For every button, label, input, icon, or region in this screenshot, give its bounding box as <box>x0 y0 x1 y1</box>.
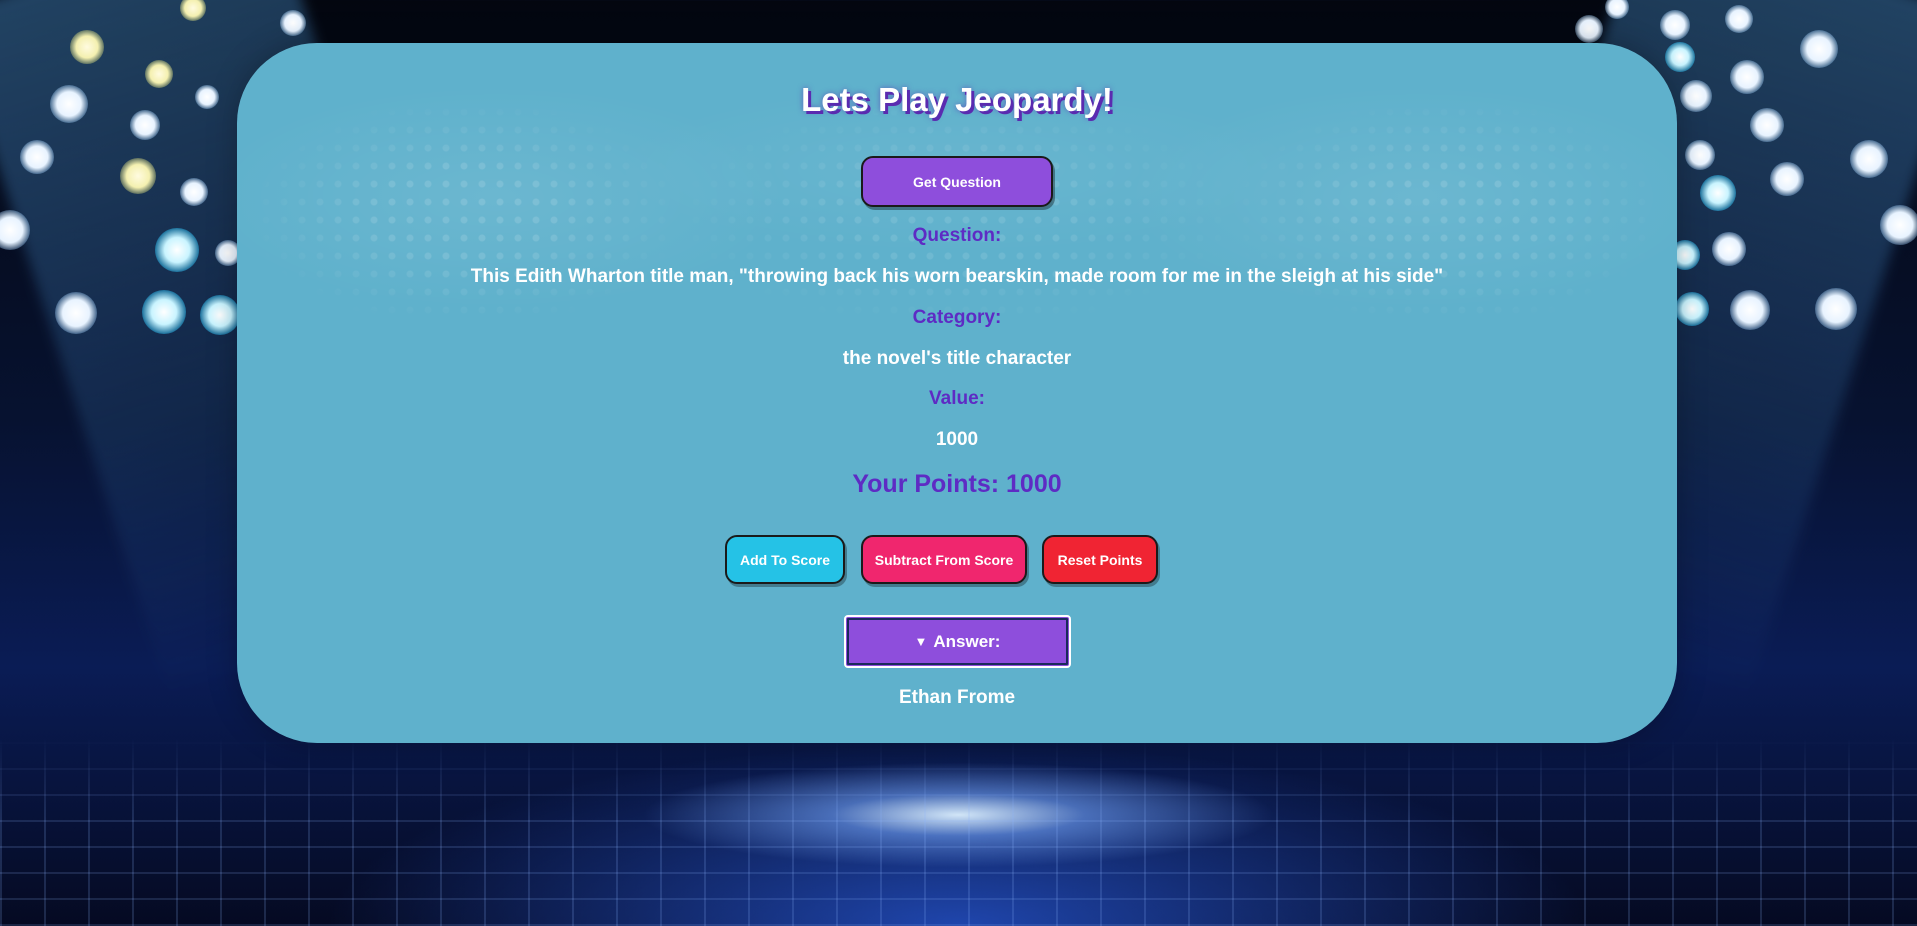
stage-light <box>1680 80 1712 112</box>
question-label: Question: <box>912 225 1002 246</box>
category-label: Category: <box>912 307 1002 328</box>
stage-light <box>142 290 186 334</box>
stage-light <box>1770 162 1804 196</box>
get-question-button[interactable]: Get Question <box>861 156 1053 207</box>
stage-light <box>1850 140 1888 178</box>
answer-toggle[interactable]: ▼ Answer: <box>844 615 1071 668</box>
stage-floor-grid <box>0 736 1917 926</box>
stage-light <box>1880 205 1917 245</box>
stage-light <box>1730 290 1770 330</box>
stage-light <box>1660 10 1690 40</box>
stage-light <box>20 140 54 174</box>
stage-light <box>195 85 219 109</box>
answer-toggle-label: Answer: <box>933 631 1001 651</box>
stage-light <box>1675 292 1709 326</box>
page-title: Lets Play Jeopardy! <box>801 81 1113 118</box>
category-text: the novel's title character <box>842 348 1072 369</box>
stage-light <box>280 10 306 36</box>
value-label: Value: <box>929 388 985 409</box>
reset-points-button[interactable]: Reset Points <box>1042 535 1158 584</box>
stage-light <box>1700 175 1736 211</box>
answer-text: Ethan Frome <box>898 687 1016 708</box>
value-text: 1000 <box>935 429 979 450</box>
caret-down-icon: ▼ <box>914 634 928 649</box>
stage-light <box>1800 30 1838 68</box>
subtract-from-score-button[interactable]: Subtract From Score <box>861 535 1027 584</box>
stage-light <box>180 178 208 206</box>
stage-light <box>50 85 88 123</box>
panel-dot-pattern-center <box>687 103 1227 323</box>
game-panel: Lets Play Jeopardy! Get Question Questio… <box>237 43 1677 743</box>
stage-light <box>120 158 156 194</box>
stage-light <box>155 228 199 272</box>
stage-light <box>1725 5 1753 33</box>
stage-light <box>1730 60 1764 94</box>
stage-light <box>1665 42 1695 72</box>
stage-light <box>55 292 97 334</box>
add-to-score-button[interactable]: Add To Score <box>725 535 845 584</box>
stage-light <box>1575 15 1603 43</box>
panel-dot-pattern-right <box>1237 103 1657 323</box>
stage-light <box>145 60 173 88</box>
panel-dot-pattern-left <box>257 103 677 323</box>
stage-light <box>200 295 240 335</box>
points-display: Your Points: 1000 <box>852 470 1062 498</box>
question-text: This Edith Wharton title man, "throwing … <box>470 266 1444 287</box>
stage-light <box>1815 288 1857 330</box>
stage-light <box>1685 140 1715 170</box>
stage-light <box>130 110 160 140</box>
stage-light <box>1750 108 1784 142</box>
stage-light <box>70 30 104 64</box>
stage-light <box>1712 232 1746 266</box>
